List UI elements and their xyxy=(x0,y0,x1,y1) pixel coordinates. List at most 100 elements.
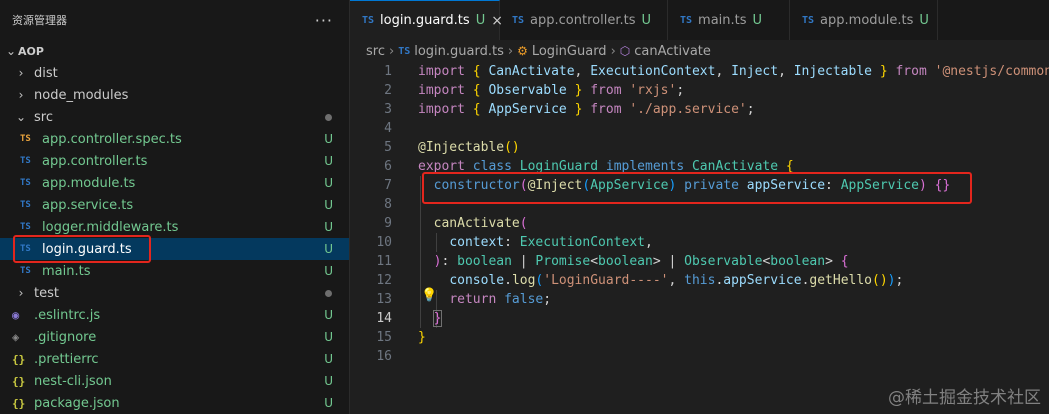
tab-main[interactable]: TS main.ts U xyxy=(668,0,790,40)
file-tree-item-gitignore[interactable]: ◈ .gitignore U xyxy=(0,326,349,348)
file-tree-label: logger.middleware.ts xyxy=(42,219,179,235)
file-tree-item-eslintrc-js[interactable]: ◉ .eslintrc.js U xyxy=(0,304,349,326)
tab-label: login.guard.ts xyxy=(380,13,470,28)
file-tree-item-prettierrc[interactable]: {} .prettierrc U xyxy=(0,348,349,370)
code-text: constructor(@Inject(AppService) private … xyxy=(433,178,951,193)
code-line: 2 import { Observable } from 'rxjs'; xyxy=(350,81,1049,100)
typescript-icon: TS xyxy=(680,14,693,26)
modified-dot-icon xyxy=(325,289,332,297)
breadcrumb: src › TS login.guard.ts › ⚙ LoginGuard ›… xyxy=(350,40,1049,62)
file-tree-label: .gitignore xyxy=(34,329,97,345)
breadcrumb-folder[interactable]: src xyxy=(366,44,385,59)
tab-label: main.ts xyxy=(698,12,747,28)
line-number: 1 xyxy=(384,64,392,79)
git-icon: ◈ xyxy=(12,330,20,344)
chevron-right-icon: › xyxy=(18,88,24,102)
git-status-badge: U xyxy=(324,220,333,234)
git-status-badge: U xyxy=(324,264,333,278)
file-tree-item-app-controller-ts[interactable]: TS app.controller.ts U xyxy=(0,150,349,172)
code-editor[interactable]: 1 import { CanActivate, ExecutionContext,… xyxy=(350,62,1049,414)
root-folder-label: AOP xyxy=(18,44,44,58)
git-status-badge: U xyxy=(324,396,333,410)
code-text: @Injectable() xyxy=(418,140,520,155)
file-tree-item-logger-middleware-ts[interactable]: TS logger.middleware.ts U xyxy=(0,216,349,238)
file-tree-item-main-ts[interactable]: TS main.ts U xyxy=(0,260,349,282)
watermark: @稀土掘金技术社区 xyxy=(888,388,1041,408)
git-status-badge: U xyxy=(324,352,333,366)
typescript-icon: TS xyxy=(398,45,411,57)
typescript-icon: TS xyxy=(362,15,375,26)
root-folder-aop[interactable]: ⌄ AOP xyxy=(0,40,349,62)
line-number: 10 xyxy=(376,235,392,250)
file-tree-item-app-controller-spec-ts[interactable]: TS app.controller.spec.ts U xyxy=(0,128,349,150)
code-line: 12 console.log('LoginGuard----', this.ap… xyxy=(350,271,1049,290)
file-tree-label: package.json xyxy=(34,395,120,411)
json-icon: {} xyxy=(12,374,26,388)
code-text: ): boolean | Promise<boolean> | Observab… xyxy=(433,254,849,269)
tab-status: U xyxy=(919,12,929,28)
typescript-icon: TS xyxy=(512,14,525,26)
chevron-down-icon: ⌄ xyxy=(15,110,27,124)
file-tree-item-dist[interactable]: › dist xyxy=(0,62,349,84)
typescript-icon: TS xyxy=(20,222,31,232)
file-tree-label: .prettierrc xyxy=(34,351,99,367)
code-line: 10 context: ExecutionContext, xyxy=(350,233,1049,252)
file-tree-label: app.controller.spec.ts xyxy=(42,131,182,147)
typescript-icon: TS xyxy=(20,200,31,210)
file-tree-label: .eslintrc.js xyxy=(34,307,101,323)
line-number: 9 xyxy=(384,216,392,231)
code-line: 6 export class LoginGuard implements CanA… xyxy=(350,157,1049,176)
typescript-test-icon: TS xyxy=(20,134,31,144)
method-icon: ⬡ xyxy=(619,44,631,58)
chevron-right-icon: › xyxy=(507,43,514,59)
file-tree-item-src[interactable]: ⌄ src xyxy=(0,106,349,128)
file-tree-label: app.module.ts xyxy=(42,175,136,191)
code-text: } xyxy=(418,330,426,345)
file-tree-item-app-service-ts[interactable]: TS app.service.ts U xyxy=(0,194,349,216)
file-tree-item-nest-cli-json[interactable]: {} nest-cli.json U xyxy=(0,370,349,392)
tab-login-guard[interactable]: TS login.guard.ts U × xyxy=(350,0,503,40)
class-icon: ⚙ xyxy=(517,44,528,58)
git-status-badge: U xyxy=(324,132,333,146)
git-status-badge: U xyxy=(324,242,333,256)
breadcrumb-method[interactable]: canActivate xyxy=(634,44,711,59)
code-line: 14 } xyxy=(350,309,1049,328)
code-line: 15} xyxy=(350,328,1049,347)
code-text: } xyxy=(432,310,443,327)
explorer-sidebar: 资源管理器 ··· ⌄ AOP › dist › node_modules ⌄ src TS… xyxy=(0,0,350,414)
file-tree-label: src xyxy=(34,109,53,125)
file-tree-label: node_modules xyxy=(34,87,129,103)
tab-label: app.module.ts xyxy=(820,12,914,28)
breadcrumb-class[interactable]: LoginGuard xyxy=(532,44,607,59)
json-icon: {} xyxy=(12,396,26,410)
lightbulb-icon[interactable]: 💡 xyxy=(421,288,437,303)
file-tree-item-node-modules[interactable]: › node_modules xyxy=(0,84,349,106)
file-tree-item-login-guard-ts[interactable]: TS login.guard.ts U xyxy=(0,238,349,260)
git-status-badge: U xyxy=(324,176,333,190)
line-number: 6 xyxy=(384,159,392,174)
git-status-badge: U xyxy=(324,308,333,322)
chevron-right-icon: › xyxy=(610,43,616,59)
file-tree-item-app-module-ts[interactable]: TS app.module.ts U xyxy=(0,172,349,194)
line-number: 3 xyxy=(384,102,392,117)
git-status-badge: U xyxy=(324,198,333,212)
file-tree-item-package-json[interactable]: {} package.json U xyxy=(0,392,349,414)
tab-status: U xyxy=(475,13,486,28)
code-text: context: ExecutionContext, xyxy=(449,235,653,250)
file-tree-item-test[interactable]: › test xyxy=(0,282,349,304)
code-line: 5 @Injectable() xyxy=(350,138,1049,157)
code-text: import { CanActivate, ExecutionContext, … xyxy=(418,64,1049,79)
file-tree-label: nest-cli.json xyxy=(34,373,112,389)
eslint-icon: ◉ xyxy=(12,308,20,322)
chevron-down-icon: ⌄ xyxy=(5,44,17,58)
code-line: 4 xyxy=(350,119,1049,138)
modified-dot-icon xyxy=(325,113,332,121)
tab-app-controller[interactable]: TS app.controller.ts U xyxy=(500,0,668,40)
git-status-badge: U xyxy=(324,374,333,388)
code-line: 8 xyxy=(350,195,1049,214)
breadcrumb-file[interactable]: login.guard.ts xyxy=(414,44,504,59)
more-actions-icon[interactable]: ··· xyxy=(315,11,333,30)
code-text: import { Observable } from 'rxjs'; xyxy=(418,83,685,98)
code-line: 3 import { AppService } from './app.servi… xyxy=(350,100,1049,119)
tab-app-module[interactable]: TS app.module.ts U xyxy=(790,0,938,40)
